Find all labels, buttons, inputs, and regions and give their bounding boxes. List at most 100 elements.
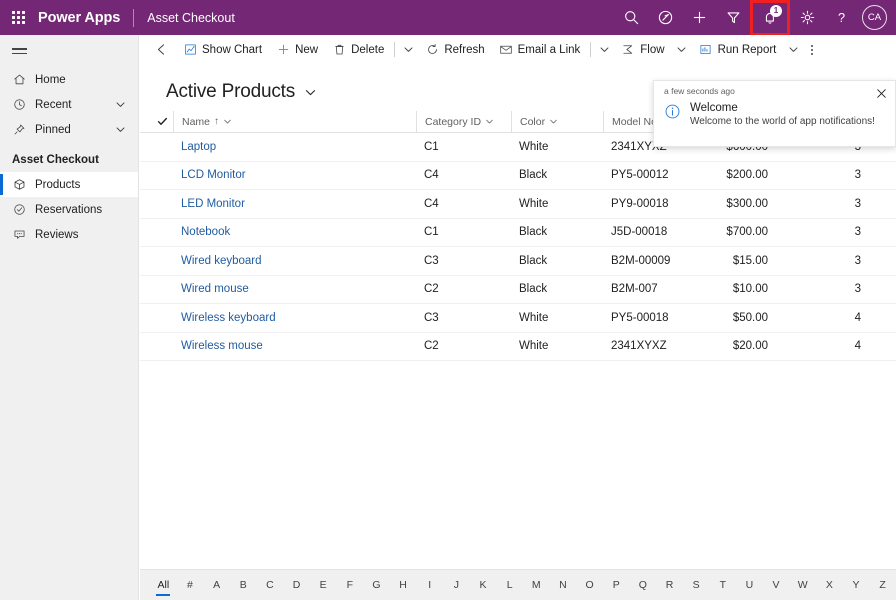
email-link-icon [499,43,513,56]
sort-ascending-icon: ↑ [214,116,220,127]
checkmark-icon [157,117,167,125]
table-row[interactable]: Wireless keyboard C3 White PY5-00018 $50.00 4 [140,304,896,333]
chevron-down-icon[interactable] [115,99,126,110]
cell-color: White [519,197,549,210]
chevron-down-icon[interactable] [115,124,126,135]
flow-button[interactable]: Flow [614,35,671,65]
back-button[interactable] [146,35,176,65]
alpha-filter-p[interactable]: P [603,577,630,593]
cell-name[interactable]: Notebook [173,226,416,238]
alpha-filter-c[interactable]: C [257,577,284,593]
email-a-link-button[interactable]: Email a Link [492,35,588,65]
alpha-filter-v[interactable]: V [763,577,790,593]
alpha-filter-d[interactable]: D [283,577,310,593]
sidebar-item-recent[interactable]: Recent [0,92,138,117]
user-avatar[interactable]: CA [862,5,887,30]
search-icon [624,11,638,25]
flow-icon [621,43,635,56]
gear-icon [800,10,814,25]
alpha-filter-g[interactable]: G [363,577,390,593]
cell-rating: 3 [854,226,861,239]
flow-chevron[interactable] [672,35,692,65]
table-row[interactable]: Wired mouse C2 Black B2M-007 $10.00 3 [140,276,896,304]
app-launcher-button[interactable] [0,0,36,35]
help-button[interactable]: ? [824,0,858,35]
refresh-button[interactable]: Refresh [418,35,491,65]
alpha-filter-h[interactable]: H [390,577,417,593]
more-commands-button[interactable] [803,35,821,65]
alpha-filter-i[interactable]: I [416,577,443,593]
cell-name[interactable]: Wireless mouse [173,340,416,352]
cell-name[interactable]: Wired mouse [173,283,416,295]
chevron-down-icon[interactable] [304,86,317,99]
alpha-filter-n[interactable]: N [550,577,577,593]
alpha-filter-q[interactable]: Q [630,577,657,593]
alpha-filter-r[interactable]: R [656,577,683,593]
notification-header: a few seconds ago [654,81,895,101]
table-row[interactable]: Wireless mouse C2 White 2341XYXZ $20.00 4 [140,333,896,361]
chevron-down-icon[interactable] [549,117,558,126]
table-row[interactable]: LED Monitor C4 White PY9-00018 $300.00 3 [140,190,896,219]
cell-rating: 4 [854,340,861,353]
alpha-filter-o[interactable]: O [576,577,603,593]
table-row[interactable]: Notebook C1 Black J5D-00018 $700.00 3 [140,219,896,247]
svg-text:?: ? [837,10,844,25]
show-chart-button[interactable]: Show Chart [176,35,269,65]
alpha-filter-z[interactable]: Z [869,577,896,593]
notification-count-badge: 1 [770,4,782,17]
sidebar-item-pinned[interactable]: Pinned [0,117,138,142]
alpha-filter-x[interactable]: X [816,577,843,593]
email-overflow-chevron[interactable] [594,35,614,65]
cell-name[interactable]: Wired keyboard [173,255,416,267]
top-bar-actions: 1 ? CA [614,0,896,36]
column-header-category-id[interactable]: Category ID [416,110,511,133]
app-name-label[interactable]: Asset Checkout [147,11,235,25]
sidebar-item-reviews[interactable]: Reviews [0,222,138,247]
column-header-name[interactable]: Name ↑ [173,110,416,133]
alpha-filter-j[interactable]: J [443,577,470,593]
alpha-filter-all[interactable]: All [150,577,177,593]
brand-title[interactable]: Power Apps [38,10,120,26]
table-row[interactable]: Wired keyboard C3 Black B2M-00009 $15.00 3 [140,247,896,276]
alpha-filter-m[interactable]: M [523,577,550,593]
alpha-filter-t[interactable]: T [709,577,736,593]
search-button[interactable] [614,0,648,35]
alpha-filter-y[interactable]: Y [843,577,870,593]
assistant-button[interactable] [648,0,682,35]
notifications-button[interactable]: 1 [750,0,790,36]
delete-button[interactable]: Delete [325,35,391,65]
cell-name[interactable]: Wireless keyboard [173,312,416,324]
alpha-filter-hash[interactable]: # [177,577,204,593]
alpha-filter-u[interactable]: U [736,577,763,593]
alpha-filter-s[interactable]: S [683,577,710,593]
alpha-filter-w[interactable]: W [789,577,816,593]
sitemap-toggle-button[interactable] [0,35,139,67]
new-button[interactable]: New [269,35,325,65]
alpha-filter-l[interactable]: L [496,577,523,593]
sidebar-item-products[interactable]: Products [0,172,138,197]
filter-button[interactable] [716,0,750,35]
alpha-filter-b[interactable]: B [230,577,257,593]
chevron-down-icon[interactable] [223,117,232,126]
chevron-down-icon[interactable] [485,117,494,126]
alpha-filter-a[interactable]: A [203,577,230,593]
sidebar-item-reservations[interactable]: Reservations [0,197,138,222]
brand-divider [133,8,135,27]
new-record-button[interactable] [682,0,716,35]
table-row[interactable]: LCD Monitor C4 Black PY5-00012 $200.00 3 [140,162,896,190]
alpha-filter-f[interactable]: F [336,577,363,593]
run-report-chevron[interactable] [783,35,803,65]
run-report-button[interactable]: Run Report [692,35,784,65]
column-header-color[interactable]: Color [511,110,603,133]
settings-button[interactable] [790,0,824,35]
cell-name[interactable]: LCD Monitor [173,169,416,181]
select-all-checkbox[interactable] [151,116,173,127]
cell-name[interactable]: Laptop [173,141,416,153]
alpha-filter-k[interactable]: K [470,577,497,593]
delete-overflow-chevron[interactable] [398,35,418,65]
sidebar-item-home[interactable]: Home [0,67,138,92]
alpha-filter-e[interactable]: E [310,577,337,593]
cell-name[interactable]: LED Monitor [173,198,416,210]
close-button[interactable] [874,86,889,101]
page-title: Active Products [166,81,295,102]
